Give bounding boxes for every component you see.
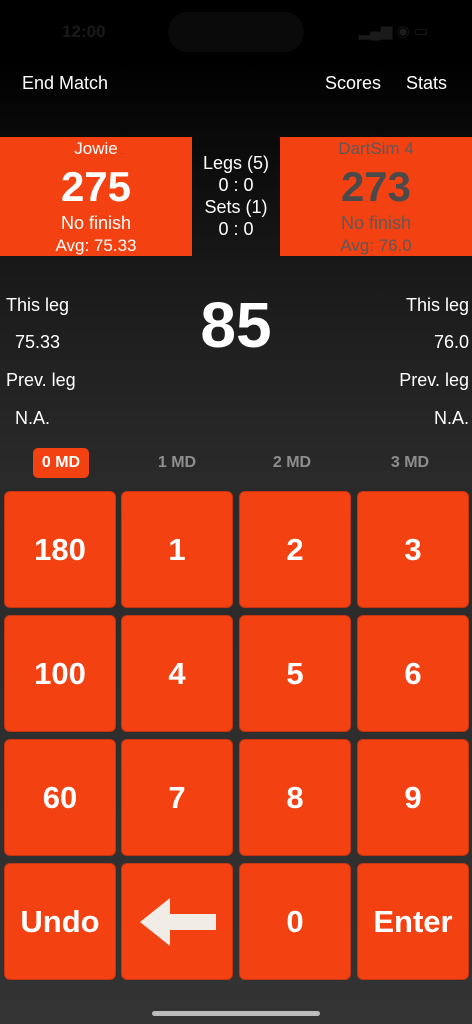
sets-label: Sets (1) — [204, 197, 268, 217]
player-name: Jowie — [74, 139, 118, 158]
player-average: Avg: 75.33 — [55, 236, 137, 255]
player-panel-left: Jowie 275 No finish Avg: 75.33 — [0, 137, 192, 256]
scores-button[interactable]: Scores — [325, 73, 381, 94]
right-prev-leg-value: N.A. — [433, 408, 469, 428]
legs-label: Legs (5) — [202, 153, 270, 173]
key-100[interactable]: 100 — [4, 615, 116, 732]
key-9[interactable]: 9 — [357, 739, 469, 856]
match-info: Legs (5) 0 : 0 Sets (1) 0 : 0 — [192, 152, 280, 240]
opponent-name: DartSim 4 — [338, 139, 414, 158]
dynamic-island — [168, 12, 304, 52]
player-remaining-score: 275 — [60, 163, 132, 210]
key-7[interactable]: 7 — [121, 739, 233, 856]
current-input-score: 85 — [200, 289, 272, 361]
key-60[interactable]: 60 — [4, 739, 116, 856]
right-prev-leg-label: Prev. leg — [399, 370, 469, 390]
key-1[interactable]: 1 — [121, 491, 233, 608]
key-2[interactable]: 2 — [239, 491, 351, 608]
player-panel-right: DartSim 4 273 No finish Avg: 76.0 — [280, 137, 472, 256]
backspace-arrow-icon — [140, 897, 216, 946]
status-time: 12:00 — [62, 22, 106, 41]
key-0[interactable]: 0 — [239, 863, 351, 980]
left-prev-leg-value: N.A. — [15, 408, 51, 428]
key-3[interactable]: 3 — [357, 491, 469, 608]
sets-score: 0 : 0 — [218, 219, 254, 239]
missed-darts-selector: 0 MD 1 MD 2 MD 3 MD — [0, 448, 472, 478]
legs-score: 0 : 0 — [218, 175, 254, 195]
key-6[interactable]: 6 — [357, 615, 469, 732]
opponent-finish: No finish — [340, 213, 412, 233]
end-match-button[interactable]: End Match — [22, 73, 108, 94]
status-bar: 12:00 ▂▄▆ ◉ ▭ — [0, 0, 472, 60]
player-finish: No finish — [60, 213, 132, 233]
key-180[interactable]: 180 — [4, 491, 116, 608]
stats-button[interactable]: Stats — [406, 73, 447, 94]
md-option-3[interactable]: 3 MD — [381, 448, 439, 478]
enter-button[interactable]: Enter — [357, 863, 469, 980]
opponent-average: Avg: 76.0 — [340, 236, 412, 255]
md-option-0[interactable]: 0 MD — [33, 448, 89, 478]
undo-button[interactable]: Undo — [4, 863, 116, 980]
status-icons: ▂▄▆ ◉ ▭ — [358, 23, 428, 40]
key-5[interactable]: 5 — [239, 615, 351, 732]
right-this-leg-value: 76.0 — [433, 332, 469, 352]
key-4[interactable]: 4 — [121, 615, 233, 732]
backspace-button[interactable] — [121, 863, 233, 980]
md-option-1[interactable]: 1 MD — [148, 448, 206, 478]
key-8[interactable]: 8 — [239, 739, 351, 856]
home-indicator — [152, 1011, 320, 1016]
right-this-leg-label: This leg — [405, 295, 469, 315]
md-option-2[interactable]: 2 MD — [263, 448, 321, 478]
opponent-remaining-score: 273 — [340, 163, 412, 210]
left-prev-leg-label: Prev. leg — [6, 370, 76, 390]
